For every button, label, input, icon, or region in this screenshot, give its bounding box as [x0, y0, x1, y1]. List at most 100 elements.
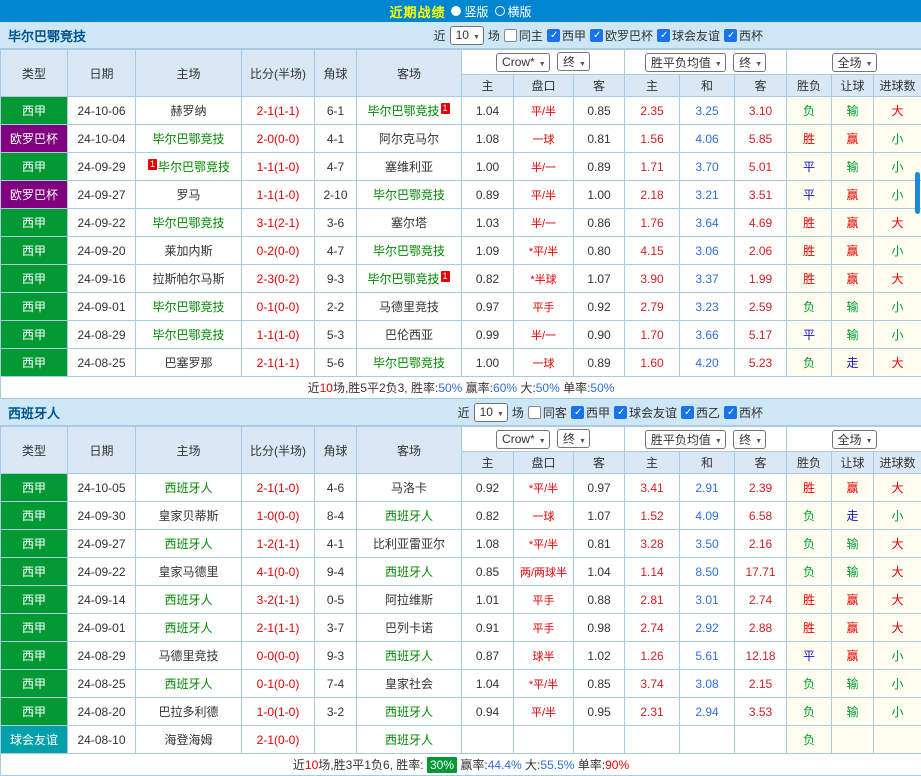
team-link[interactable]: 赫罗纳 — [170, 104, 206, 118]
europe-away-odds-cell — [735, 726, 787, 754]
match-date-cell: 24-08-25 — [68, 349, 136, 377]
corner-cell: 4-6 — [315, 474, 357, 502]
radio-icon[interactable] — [451, 6, 461, 16]
team-link[interactable]: 阿尔克马尔 — [379, 132, 439, 146]
checkbox-icon[interactable] — [614, 406, 627, 419]
team-link[interactable]: 塞尔塔 — [391, 216, 427, 230]
europe-away-odds-cell: 4.69 — [735, 209, 787, 237]
team-link[interactable]: 西班牙人 — [164, 537, 212, 551]
team-link[interactable]: 西班牙人 — [164, 481, 212, 495]
team-link[interactable]: 毕尔巴鄂竞技 — [373, 244, 445, 258]
team-link[interactable]: 塞维利亚 — [385, 160, 433, 174]
league-filter[interactable]: 西甲 — [571, 404, 610, 421]
team-link[interactable]: 毕尔巴鄂竞技 — [152, 132, 224, 146]
team-link[interactable]: 西班牙人 — [164, 621, 212, 635]
asian-away-odds-cell: 0.95 — [574, 698, 625, 726]
team-name[interactable]: 毕尔巴鄂竞技 — [8, 26, 86, 45]
europe-stage-select[interactable]: 终 — [733, 430, 766, 449]
europe-source-select[interactable]: 胜平负均值 — [645, 53, 726, 72]
same-venue-filter[interactable]: 同主 — [504, 27, 543, 44]
asian-odds-header: Crow* 终 — [462, 427, 625, 452]
team-link[interactable]: 海登海姆 — [164, 733, 212, 747]
team-link[interactable]: 毕尔巴鄂竞技 — [367, 272, 439, 286]
league-filter[interactable]: 西乙 — [681, 404, 720, 421]
match-count-select[interactable]: 10 — [474, 403, 508, 422]
team-link[interactable]: 西班牙人 — [385, 649, 433, 663]
radio-icon[interactable] — [495, 6, 505, 16]
checkbox-icon[interactable] — [724, 406, 737, 419]
team-link[interactable]: 西班牙人 — [385, 565, 433, 579]
chevron-down-icon — [755, 432, 762, 446]
match-row: 西甲24-08-29毕尔巴鄂竞技1-1(1-0)5-3巴伦西亚0.99半/一0.… — [1, 321, 921, 349]
team-link[interactable]: 阿拉维斯 — [385, 593, 433, 607]
team-link[interactable]: 皇家贝蒂斯 — [158, 509, 218, 523]
team-link[interactable]: 马德里竞技 — [158, 649, 218, 663]
checkbox-icon[interactable] — [571, 406, 584, 419]
layout-radio-vertical[interactable]: 竖版 — [451, 3, 488, 20]
team-link[interactable]: 罗马 — [176, 188, 200, 202]
league-filter[interactable]: 球会友谊 — [657, 27, 720, 44]
team-link[interactable]: 西班牙人 — [385, 509, 433, 523]
checkbox-icon[interactable] — [657, 29, 670, 42]
checkbox-icon[interactable] — [547, 29, 560, 42]
scrollbar-thumb[interactable] — [915, 172, 920, 214]
checkbox-icon[interactable] — [681, 406, 694, 419]
team-name[interactable]: 西班牙人 — [8, 403, 60, 422]
team-link[interactable]: 西班牙人 — [164, 677, 212, 691]
col-header-away: 客场 — [357, 427, 462, 474]
odds-stage-select[interactable]: 终 — [557, 429, 590, 448]
checkbox-icon[interactable] — [590, 29, 603, 42]
team-link[interactable]: 巴列卡诺 — [385, 621, 433, 635]
team-link[interactable]: 比利亚雷亚尔 — [373, 537, 445, 551]
team-link[interactable]: 巴拉多利德 — [158, 705, 218, 719]
europe-stage-value: 终 — [739, 431, 751, 448]
team-link[interactable]: 拉斯帕尔马斯 — [152, 272, 224, 286]
league-filter[interactable]: 球会友谊 — [614, 404, 677, 421]
league-filter[interactable]: 西杯 — [724, 404, 763, 421]
scope-select[interactable]: 全场 — [832, 430, 877, 449]
subcol-handicap-result: 让球 — [832, 452, 874, 474]
team-link[interactable]: 西班牙人 — [164, 593, 212, 607]
team-link[interactable]: 毕尔巴鄂竞技 — [158, 160, 230, 174]
summary-segment: 10 — [305, 758, 318, 772]
team-link[interactable]: 毕尔巴鄂竞技 — [152, 328, 224, 342]
team-link[interactable]: 皇家社会 — [385, 677, 433, 691]
team-link[interactable]: 西班牙人 — [385, 733, 433, 747]
layout-radio-horizontal[interactable]: 横版 — [495, 3, 532, 20]
team-link[interactable]: 马洛卡 — [391, 481, 427, 495]
odds-stage-select[interactable]: 终 — [557, 52, 590, 71]
team-link[interactable]: 西班牙人 — [385, 705, 433, 719]
team-link[interactable]: 毕尔巴鄂竞技 — [373, 356, 445, 370]
checkbox-icon[interactable] — [528, 406, 541, 419]
team-link[interactable]: 皇家马德里 — [158, 565, 218, 579]
match-row: 西甲24-08-25西班牙人0-1(0-0)7-4皇家社会1.04*平/半0.8… — [1, 670, 921, 698]
team-link[interactable]: 毕尔巴鄂竞技 — [152, 300, 224, 314]
score-cell: 0-1(0-0) — [242, 670, 315, 698]
team-link[interactable]: 毕尔巴鄂竞技 — [367, 104, 439, 118]
league-cell: 西甲 — [1, 293, 68, 321]
team-link[interactable]: 毕尔巴鄂竞技 — [152, 216, 224, 230]
team-link[interactable]: 巴塞罗那 — [164, 356, 212, 370]
same-venue-filter[interactable]: 同客 — [528, 404, 567, 421]
corner-cell: 9-3 — [315, 642, 357, 670]
subcol-europe-draw: 和 — [680, 75, 735, 97]
checkbox-icon[interactable] — [724, 29, 737, 42]
scope-select[interactable]: 全场 — [832, 53, 877, 72]
result-cell: 负 — [787, 530, 832, 558]
europe-stage-select[interactable]: 终 — [733, 53, 766, 72]
league-filter[interactable]: 西甲 — [547, 27, 586, 44]
checkbox-icon[interactable] — [504, 29, 517, 42]
team-link[interactable]: 莱加内斯 — [164, 244, 212, 258]
europe-away-odds-cell: 2.74 — [735, 586, 787, 614]
league-filter[interactable]: 欧罗巴杯 — [590, 27, 653, 44]
league-filter[interactable]: 西杯 — [724, 27, 763, 44]
league-filter-label: 西杯 — [739, 27, 763, 44]
odds-source-select[interactable]: Crow* — [496, 430, 550, 449]
europe-source-select[interactable]: 胜平负均值 — [645, 430, 726, 449]
odds-source-select[interactable]: Crow* — [496, 53, 550, 72]
team-link[interactable]: 巴伦西亚 — [385, 328, 433, 342]
team-link[interactable]: 毕尔巴鄂竞技 — [373, 188, 445, 202]
red-card-badge: 1 — [441, 271, 450, 282]
match-count-select[interactable]: 10 — [450, 26, 484, 45]
team-link[interactable]: 马德里竞技 — [379, 300, 439, 314]
